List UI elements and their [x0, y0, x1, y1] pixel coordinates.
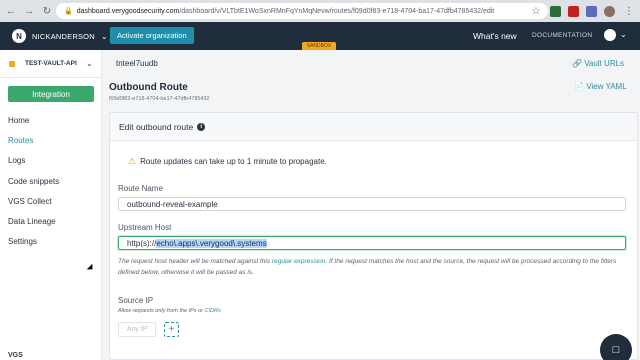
upstream-host-label: Upstream Host — [118, 223, 172, 232]
regular-expression-link[interactable]: regular expression — [272, 258, 325, 265]
vault-name: TEST-VAULT-API — [25, 60, 77, 67]
sidebar-item-routes[interactable]: Routes — [8, 130, 59, 150]
view-yaml-link[interactable]: 📄 View YAML — [574, 82, 627, 91]
route-name-label: Route Name — [118, 184, 163, 193]
route-identifier: tnteel7uudb — [116, 59, 158, 68]
warning-icon: ⚠ — [128, 156, 137, 166]
sidebar-nav: Home Routes Logs Code snippets VGS Colle… — [8, 110, 59, 252]
lock-icon: 🔒 — [64, 8, 73, 15]
sidebar-item-home[interactable]: Home — [8, 110, 59, 130]
info-icon[interactable]: i — [197, 122, 206, 131]
app-header: N NICKANDERSON ⌄ Activate organization S… — [0, 22, 640, 50]
source-help-text: Allow requests only from the IPs or — [118, 308, 205, 314]
cidrs-link[interactable]: CIDRs — [205, 308, 221, 314]
sidebar-item-settings[interactable]: Settings — [8, 232, 59, 252]
chevron-down-icon[interactable]: ⌄ — [86, 59, 93, 68]
vault-selector[interactable]: TEST-VAULT-API ⌄ — [0, 50, 101, 78]
forward-icon[interactable]: → — [22, 4, 36, 18]
help-text-part: The request host header will be matched … — [118, 258, 272, 265]
reload-icon[interactable]: ↻ — [40, 4, 54, 18]
integration-button[interactable]: Integration — [8, 86, 94, 102]
sidebar-item-code-snippets[interactable]: Code snippets — [8, 171, 59, 191]
sidebar: TEST-VAULT-API ⌄ Integration Home Routes… — [0, 50, 102, 360]
profile-avatar-icon[interactable] — [604, 5, 615, 17]
source-ip-help: Allow requests only from the IPs or CIDR… — [118, 308, 221, 314]
upstream-host-selected-text: echo\.apps\.verygood\.systems — [156, 238, 267, 248]
extension-icon[interactable] — [586, 5, 597, 17]
address-bar[interactable]: 🔒 dashboard.verygoodsecurity.com /dashbo… — [56, 3, 548, 19]
activate-organization-button[interactable]: Activate organization — [110, 27, 194, 44]
main-content: tnteel7uudb 🔗 Vault URLs Outbound Route … — [102, 50, 640, 360]
vault-urls-link[interactable]: 🔗 Vault URLs — [572, 59, 624, 68]
upstream-prefix: http(s):// — [127, 238, 157, 248]
upstream-host-input[interactable]: http(s)://echo\.apps\.verygood\.systems — [118, 236, 626, 250]
card-header: Edit outbound route i — [110, 113, 637, 141]
page-title: Outbound Route — [109, 82, 188, 93]
extension-icon[interactable] — [568, 5, 579, 17]
add-source-ip-button[interactable]: + — [164, 322, 179, 337]
sidebar-item-logs[interactable]: Logs — [8, 151, 59, 171]
any-ip-input[interactable]: Any IP — [118, 322, 156, 337]
org-name[interactable]: NICKANDERSON — [32, 32, 95, 41]
sidebar-item-vgs-collect[interactable]: VGS Collect — [8, 191, 59, 211]
whats-new-link[interactable]: What's new — [473, 31, 517, 41]
browser-menu-icon[interactable]: ⋮ — [622, 4, 636, 18]
bookmark-star-icon[interactable]: ☆ — [529, 4, 543, 18]
route-uuid: f09d0f83-e718-4704-ba17-47dfb4785432 — [109, 96, 210, 102]
url-host: dashboard.verygoodsecurity.com — [76, 7, 180, 15]
vgs-logo-icon[interactable]: N — [12, 29, 26, 43]
vgs-footer-logo: VGS — [8, 352, 23, 359]
url-path: /dashboard/v/VLTbtE1WoSxnRMnFqYnMqNevw/r… — [179, 7, 495, 15]
view-yaml-label: View YAML — [586, 82, 627, 91]
user-account-icon[interactable] — [604, 29, 616, 41]
chat-support-icon[interactable]: □ — [600, 334, 632, 360]
extension-icon[interactable] — [550, 5, 561, 17]
upstream-help-text: The request host header will be matched … — [118, 257, 618, 278]
sandbox-badge: SANDBOX — [302, 42, 336, 50]
back-icon[interactable]: ← — [4, 4, 18, 18]
documentation-link[interactable]: DOCUMENTATION — [532, 32, 592, 39]
vault-status-icon — [9, 60, 15, 67]
vault-urls-label: Vault URLs — [584, 59, 625, 68]
sidebar-item-data-lineage[interactable]: Data Lineage — [8, 211, 59, 231]
card-title: Edit outbound route — [119, 121, 194, 132]
edit-route-card: Edit outbound route i ⚠ Route updates ca… — [109, 112, 638, 360]
propagation-warning: ⚠ Route updates can take up to 1 minute … — [128, 156, 327, 167]
browser-toolbar: ← → ↻ 🔒 dashboard.verygoodsecurity.com /… — [0, 0, 640, 22]
route-name-input[interactable]: outbound-reveal-example — [118, 197, 626, 211]
chevron-down-icon[interactable]: ⌄ — [620, 30, 627, 39]
chevron-down-icon[interactable]: ⌄ — [101, 32, 108, 41]
source-ip-label: Source IP — [118, 296, 154, 305]
warning-text: Route updates can take up to 1 minute to… — [140, 157, 327, 166]
